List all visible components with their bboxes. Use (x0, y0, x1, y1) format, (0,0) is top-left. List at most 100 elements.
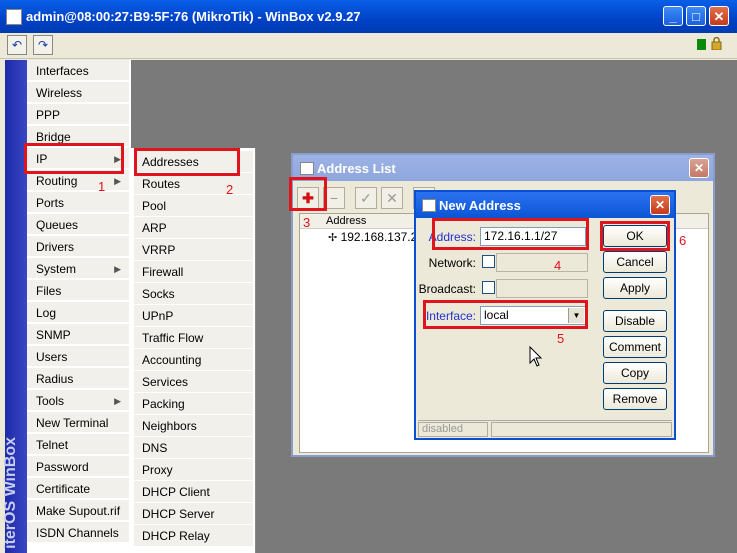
menu-item-users[interactable]: Users (27, 346, 129, 367)
highlight-add-button (289, 177, 327, 211)
disable-button[interactable]: Disable (603, 310, 667, 332)
undo-icon[interactable]: ↶ (7, 35, 27, 55)
menu-item-label: Tools (36, 394, 65, 408)
lock-icon (711, 37, 722, 50)
annotation-5: 5 (557, 331, 565, 346)
submenu-item-packing[interactable]: Packing (134, 393, 253, 414)
submenu-item-traffic-flow[interactable]: Traffic Flow (134, 327, 253, 348)
menu-item-label: Drivers (36, 240, 74, 254)
address-list-title-bar[interactable]: Address List (293, 155, 713, 181)
new-address-close-button[interactable]: ✕ (650, 195, 670, 215)
network-checkbox[interactable] (482, 255, 495, 268)
network-input (496, 253, 588, 272)
menu-item-drivers[interactable]: Drivers (27, 236, 129, 257)
menu-item-label: Make Supout.rif (36, 504, 121, 518)
disable-x-button[interactable]: ✕ (381, 187, 403, 209)
menu-item-label: Users (36, 350, 68, 364)
copy-button[interactable]: Copy (603, 362, 667, 384)
menu-item-label: Wireless (36, 86, 83, 100)
apply-button[interactable]: Apply (603, 277, 667, 299)
broadcast-checkbox[interactable] (482, 281, 495, 294)
menu-item-label: ISDN Channels (36, 526, 119, 540)
winbox-app-icon (6, 9, 22, 25)
menu-item-interfaces[interactable]: Interfaces (27, 60, 129, 81)
new-address-title: New Address (439, 198, 521, 213)
submenu-item-proxy[interactable]: Proxy (134, 459, 253, 480)
plus-icon: ✢ (328, 232, 338, 244)
highlight-ip (24, 143, 124, 174)
address-list-close-button[interactable]: ✕ (689, 158, 709, 178)
submenu-item-socks[interactable]: Socks (134, 283, 253, 304)
menu-item-label: Telnet (36, 438, 69, 452)
submenu-item-dhcp-server[interactable]: DHCP Server (134, 503, 253, 524)
highlight-address-field (432, 218, 589, 250)
menu-item-telnet[interactable]: Telnet (27, 434, 129, 455)
menu-item-isdn-channels[interactable]: ISDN Channels (27, 522, 129, 543)
menu-item-label: Files (36, 284, 62, 298)
menu-item-snmp[interactable]: SNMP (27, 324, 129, 345)
menu-item-label: Bridge (36, 130, 71, 144)
menu-item-wireless[interactable]: Wireless (27, 82, 129, 103)
network-label: Network: (428, 256, 476, 270)
submenu-item-dhcp-relay[interactable]: DHCP Relay (134, 525, 253, 546)
submenu-item-vrrp[interactable]: VRRP (134, 239, 253, 260)
highlight-addresses (134, 148, 240, 176)
table-row[interactable]: ✢ 192.168.137.2 (328, 230, 417, 244)
maximize-button[interactable]: □ (686, 6, 706, 26)
annotation-6: 6 (679, 233, 687, 248)
menu-item-label: Password (36, 460, 89, 474)
menu-item-label: Certificate (36, 482, 91, 496)
menu-item-label: New Terminal (36, 416, 109, 430)
close-button[interactable]: ✕ (709, 6, 729, 26)
cancel-button[interactable]: Cancel (603, 251, 667, 273)
menu-item-tools[interactable]: Tools ▶ (27, 390, 129, 411)
submenu-item-routes[interactable]: Routes (134, 173, 253, 194)
menu-item-ports[interactable]: Ports (27, 192, 129, 213)
submenu-item-services[interactable]: Services (134, 371, 253, 392)
menu-item-queues[interactable]: Queues (27, 214, 129, 235)
menu-item-ppp[interactable]: PPP (27, 104, 129, 125)
menu-item-label: Ports (36, 196, 65, 210)
window-title-bar: admin@08:00:27:B9:5F:76 (MikroTik) - Win… (0, 0, 737, 33)
submenu-item-pool[interactable]: Pool (134, 195, 253, 216)
menu-item-password[interactable]: Password (27, 456, 129, 477)
window-icon (300, 162, 314, 175)
submenu-item-firewall[interactable]: Firewall (134, 261, 253, 282)
menu-item-label: System (36, 262, 77, 276)
menu-item-label: SNMP (36, 328, 71, 342)
menu-item-system[interactable]: System ▶ (27, 258, 129, 279)
menu-item-certificate[interactable]: Certificate (27, 478, 129, 499)
submenu-item-arp[interactable]: ARP (134, 217, 253, 238)
remove-button[interactable]: Remove (603, 388, 667, 410)
menu-item-log[interactable]: Log (27, 302, 129, 323)
submenu-item-upnp[interactable]: UPnP (134, 305, 253, 326)
submenu-item-neighbors[interactable]: Neighbors (134, 415, 253, 436)
connection-status-icon (697, 39, 706, 50)
row-address: 192.168.137.2 (340, 230, 418, 244)
menu-item-radius[interactable]: Radius (27, 368, 129, 389)
highlight-interface-field (423, 300, 588, 329)
submenu-item-accounting[interactable]: Accounting (134, 349, 253, 370)
status-disabled: disabled (418, 422, 488, 437)
dialog-status-bar: disabled (418, 420, 672, 438)
menu-item-make-supout-rif[interactable]: Make Supout.rif (27, 500, 129, 521)
menu-item-new-terminal[interactable]: New Terminal (27, 412, 129, 433)
comment-button[interactable]: Comment (603, 336, 667, 358)
broadcast-input (496, 279, 588, 298)
annotation-4: 4 (554, 258, 562, 273)
chevron-right-icon: ▶ (114, 264, 121, 274)
minimize-button[interactable]: _ (663, 6, 683, 26)
enable-check-button[interactable]: ✓ (355, 187, 377, 209)
ip-submenu: Addresses Routes Pool ARP VRRP Firewall Socks U… (131, 148, 256, 553)
menu-item-files[interactable]: Files (27, 280, 129, 301)
mouse-cursor-icon (529, 346, 543, 367)
winbox-brand-strip: iterOS WinBox (2, 60, 27, 553)
menu-item-label: Radius (36, 372, 74, 386)
submenu-item-dhcp-client[interactable]: DHCP Client (134, 481, 253, 502)
new-address-title-bar[interactable]: New Address (416, 192, 674, 218)
submenu-item-dns[interactable]: DNS (134, 437, 253, 458)
menu-item-label: PPP (36, 108, 61, 122)
window-title: admin@08:00:27:B9:5F:76 (MikroTik) - Win… (26, 9, 361, 24)
redo-icon[interactable]: ↷ (33, 35, 53, 55)
menu-item-label: Log (36, 306, 57, 320)
